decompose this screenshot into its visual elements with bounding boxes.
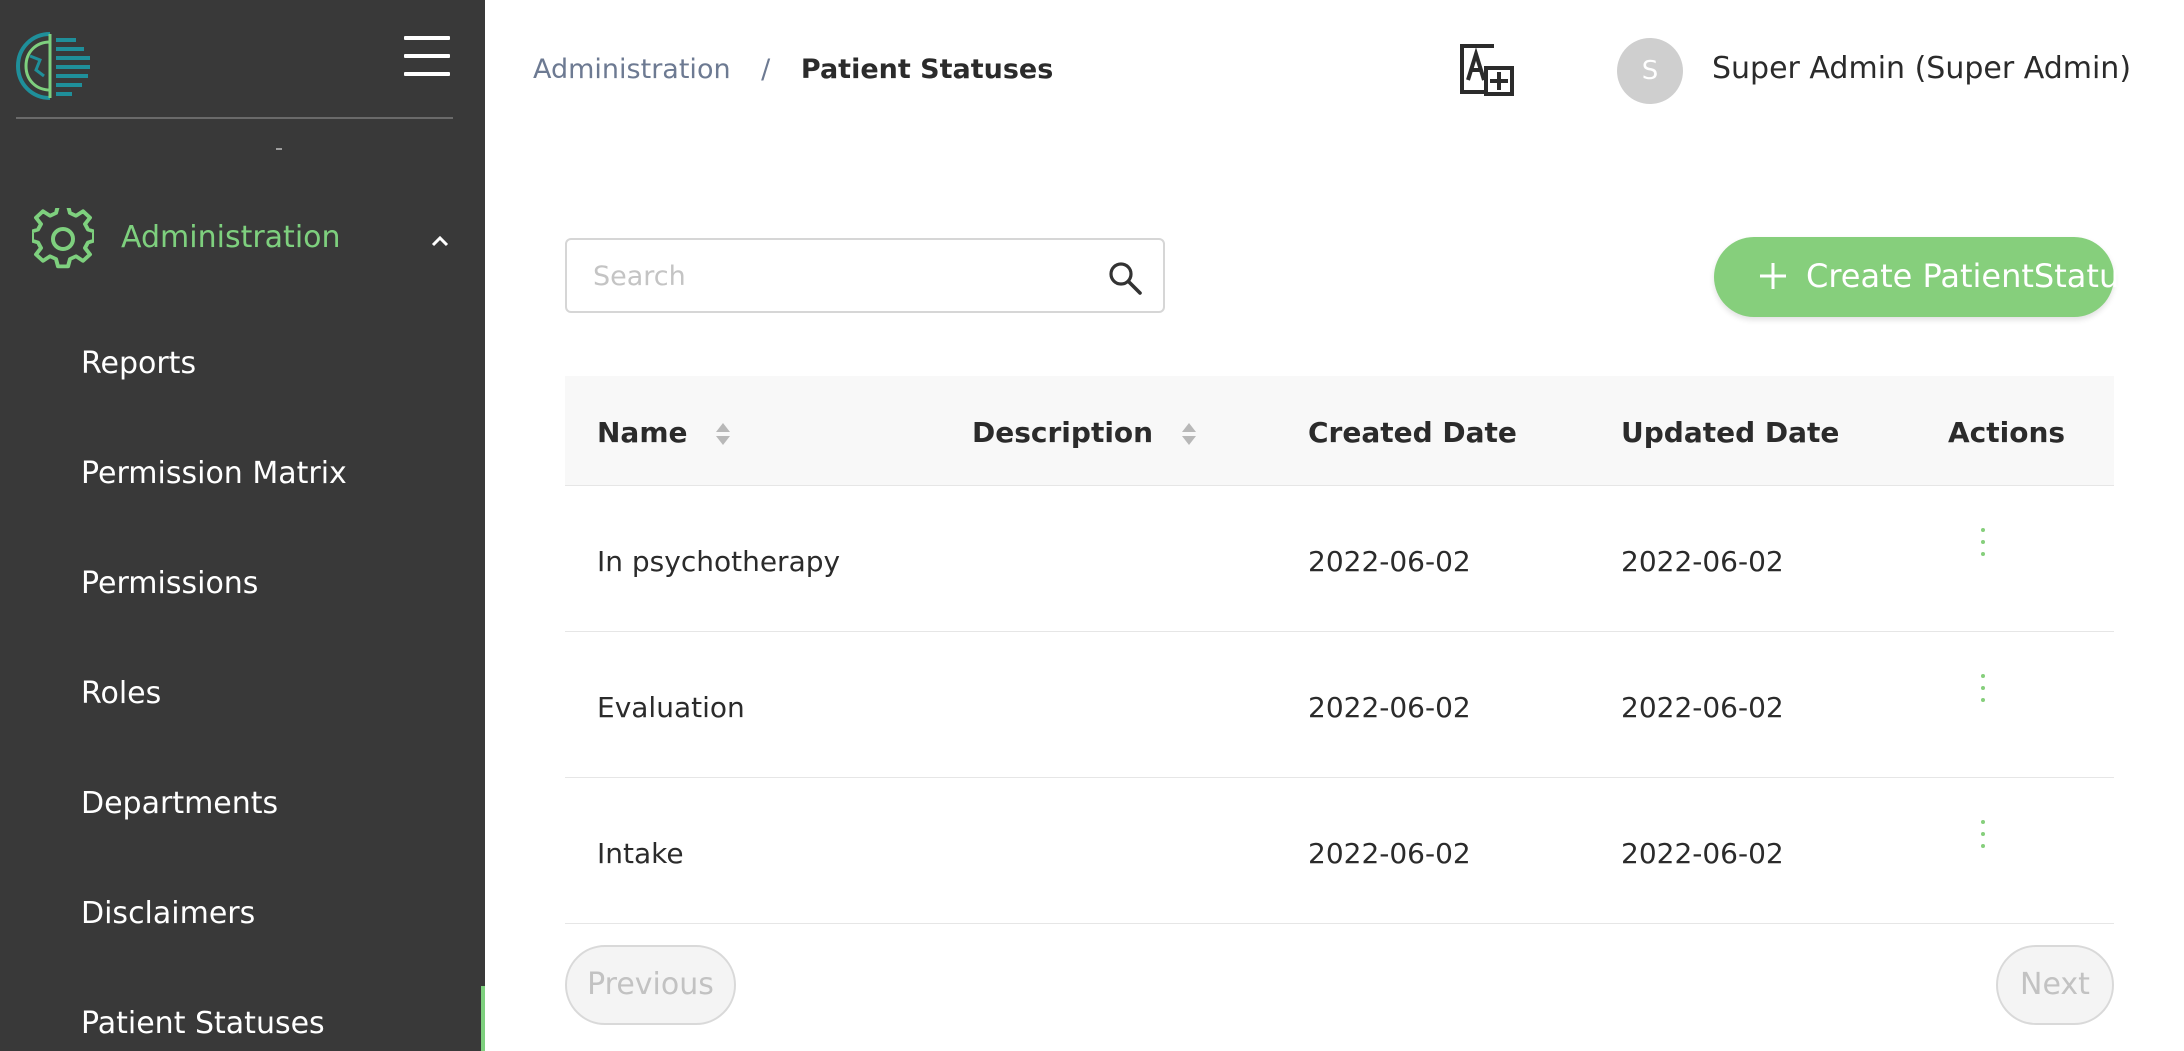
sidebar-item-label: Departments xyxy=(81,786,279,821)
sort-icon[interactable] xyxy=(1181,421,1197,447)
translate-icon[interactable] xyxy=(1458,44,1514,96)
sidebar-item-disclaimers[interactable]: Disclaimers xyxy=(0,876,485,956)
brain-logo-icon[interactable] xyxy=(14,30,94,102)
avatar[interactable]: S xyxy=(1617,38,1683,104)
create-patient-status-button[interactable]: Create PatientStatus xyxy=(1714,237,2136,317)
sidebar-item-departments[interactable]: Departments xyxy=(0,766,485,846)
search-input[interactable] xyxy=(591,254,1091,298)
cell-updated-date: 2022-06-02 xyxy=(1621,837,1784,870)
sidebar-item-permission-matrix[interactable]: Permission Matrix xyxy=(0,436,485,516)
patient-status-table: Name Description Created Date Updated Da… xyxy=(565,376,2114,924)
sidebar-item-reports[interactable]: Reports xyxy=(0,326,485,406)
sidebar-header xyxy=(0,0,485,120)
table-row: In psychotherapy 2022-06-02 2022-06-02 xyxy=(565,486,2114,632)
hamburger-menu-icon[interactable] xyxy=(404,34,452,78)
search-icon[interactable] xyxy=(1107,260,1143,296)
sidebar-item-label: Permissions xyxy=(81,566,259,601)
cell-updated-date: 2022-06-02 xyxy=(1621,545,1784,578)
row-actions-kebab-icon[interactable] xyxy=(1977,672,1989,704)
cell-created-date: 2022-06-02 xyxy=(1308,691,1471,724)
column-header-description[interactable]: Description xyxy=(972,416,1197,449)
sidebar-item-patient-statuses[interactable]: Patient Statuses xyxy=(0,986,485,1051)
breadcrumb-current: Patient Statuses xyxy=(800,54,1054,85)
next-page-button[interactable]: Next xyxy=(1996,945,2114,1025)
breadcrumb: Administration / Patient Statuses xyxy=(533,54,1053,85)
cell-name: In psychotherapy xyxy=(597,545,841,578)
sort-icon[interactable] xyxy=(715,421,731,447)
gear-icon xyxy=(32,208,94,269)
sidebar-divider xyxy=(16,117,453,119)
cell-created-date: 2022-06-02 xyxy=(1308,837,1471,870)
sidebar-item-label: Patient Statuses xyxy=(81,1006,325,1041)
chevron-up-icon[interactable] xyxy=(430,234,450,248)
plus-icon xyxy=(1760,263,1786,289)
sidebar-group-administration[interactable]: Administration xyxy=(0,198,485,282)
sidebar: Administration Reports Permission Matrix… xyxy=(0,0,485,1051)
column-header-label: Description xyxy=(972,416,1154,449)
column-header-name[interactable]: Name xyxy=(597,416,731,449)
user-name[interactable]: Super Admin (Super Admin) xyxy=(1712,51,2131,86)
sidebar-item-permissions[interactable]: Permissions xyxy=(0,546,485,626)
cell-name: Intake xyxy=(597,837,684,870)
previous-page-button[interactable]: Previous xyxy=(565,945,736,1025)
table-row: Evaluation 2022-06-02 2022-06-02 xyxy=(565,632,2114,778)
row-actions-kebab-icon[interactable] xyxy=(1977,526,1989,558)
sidebar-item-label: Disclaimers xyxy=(81,896,256,931)
column-header-created-date: Created Date xyxy=(1308,416,1517,449)
sidebar-group-label: Administration xyxy=(121,220,341,255)
create-button-label: Create PatientStatus xyxy=(1806,257,2136,295)
sidebar-scroll-remnant xyxy=(276,148,282,150)
table-header: Name Description Created Date Updated Da… xyxy=(565,376,2114,486)
table-row: Intake 2022-06-02 2022-06-02 xyxy=(565,778,2114,924)
sidebar-item-label: Roles xyxy=(81,676,162,711)
sidebar-item-roles[interactable]: Roles xyxy=(0,656,485,736)
search-box xyxy=(565,238,1165,313)
sidebar-item-label: Reports xyxy=(81,346,197,381)
cell-name: Evaluation xyxy=(597,691,745,724)
row-actions-kebab-icon[interactable] xyxy=(1977,818,1989,850)
cell-updated-date: 2022-06-02 xyxy=(1621,691,1784,724)
column-header-label: Name xyxy=(597,416,688,449)
column-header-actions: Actions xyxy=(1948,416,2066,449)
breadcrumb-link-administration[interactable]: Administration xyxy=(533,54,731,85)
cell-created-date: 2022-06-02 xyxy=(1308,545,1471,578)
column-header-updated-date: Updated Date xyxy=(1621,416,1840,449)
breadcrumb-separator: / xyxy=(761,54,771,85)
sidebar-item-label: Permission Matrix xyxy=(81,456,347,491)
